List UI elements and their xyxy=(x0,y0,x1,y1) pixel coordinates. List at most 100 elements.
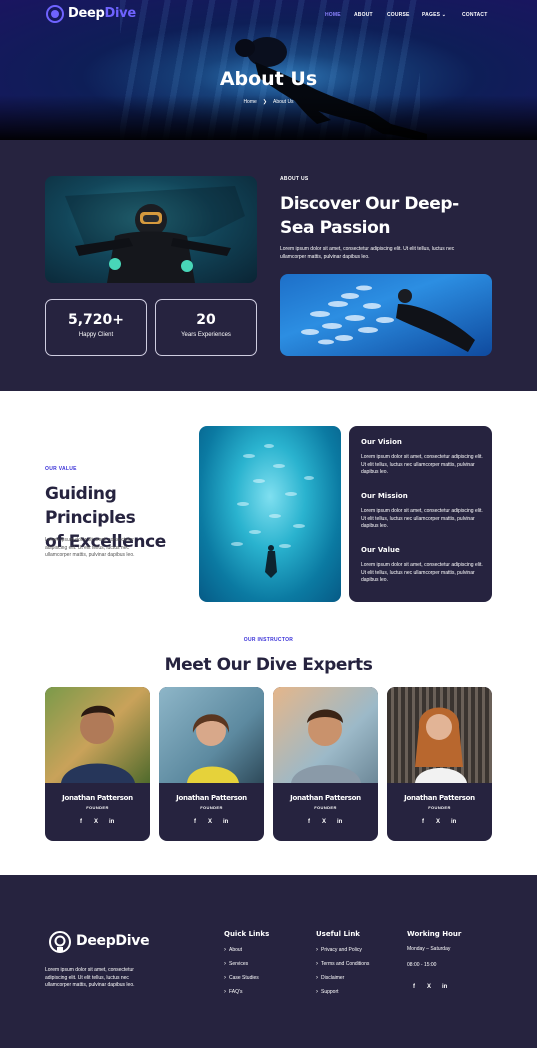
value-text-line3: dapibus leo. xyxy=(361,577,388,583)
breadcrumb-current: About Us xyxy=(272,99,294,105)
linkedin-icon[interactable]: in xyxy=(451,819,456,825)
value-text: Lorem ipsum dolor sit amet, consectetur … xyxy=(361,562,486,585)
about-heading-line2: Sea Passion xyxy=(280,218,391,238)
linkedin-icon[interactable]: in xyxy=(109,819,114,825)
about-kicker: ABOUT US xyxy=(280,176,309,182)
nav-course[interactable]: COURSE xyxy=(387,12,410,18)
values-kicker: OUR VALUE xyxy=(45,466,77,472)
stat-label: Happy Client xyxy=(78,332,114,338)
stat-card-clients: 5,720+ Happy Client xyxy=(45,299,147,356)
vision-title: Our Vision xyxy=(361,438,402,446)
values-text-line1: Lorem ipsum dolor sit amet, consectetur xyxy=(45,537,134,543)
footer-linkedin-icon[interactable]: in xyxy=(442,984,447,990)
fish-school-photo xyxy=(280,274,492,356)
team-kicker: OUR INSTRUCTOR xyxy=(243,637,294,643)
quick-links-title: Quick Links xyxy=(224,930,270,938)
footer-text: Lorem ipsum dolor sit amet, consectetur … xyxy=(45,967,185,990)
footer-facebook-icon[interactable]: f xyxy=(413,984,415,990)
x-icon[interactable]: X xyxy=(94,819,98,825)
stat-card-experience: 20 Years Experiences xyxy=(155,299,257,356)
facebook-icon[interactable]: f xyxy=(80,819,82,825)
facebook-icon[interactable]: f xyxy=(194,819,196,825)
footer-logo-text[interactable]: DeepDive xyxy=(76,933,150,949)
mission-title: Our Mission xyxy=(361,492,408,500)
logo-icon[interactable] xyxy=(46,5,64,23)
linkedin-icon[interactable]: in xyxy=(223,819,228,825)
footer-link-support[interactable]: Support xyxy=(316,989,339,995)
about-heading: Discover Our Deep- Sea Passion xyxy=(280,192,500,240)
working-hour-title: Working Hour xyxy=(407,930,462,938)
team-heading: Meet Our Dive Experts xyxy=(164,655,373,675)
values-text-line2: adipiscing elit. Ut elit tellus, luctus … xyxy=(45,544,129,551)
about-heading-line1: Discover Our Deep- xyxy=(280,194,459,214)
footer-text-line2: adipiscing elit. Ut elit tellus, luctus … xyxy=(45,974,129,981)
facebook-icon[interactable]: f xyxy=(308,819,310,825)
fish-vortex-photo xyxy=(199,426,341,602)
nav-pages[interactable]: PAGES ⌄ xyxy=(422,12,446,18)
about-text: Lorem ipsum dolor sit amet, consectetur … xyxy=(280,246,492,261)
chevron-down-icon: ⌄ xyxy=(441,12,447,18)
team-role: FOUNDER xyxy=(86,805,109,810)
team-photo xyxy=(45,687,150,783)
stat-label: Years Experiences xyxy=(181,332,231,338)
nav-pages-label: PAGES xyxy=(422,12,441,18)
about-text-line1: Lorem ipsum dolor sit amet, consectetur … xyxy=(280,246,455,252)
value-text-line1: Lorem ipsum dolor sit amet, consectetur … xyxy=(361,562,483,568)
breadcrumb-separator-icon: ❯ xyxy=(262,99,267,105)
mission-text-line1: Lorem ipsum dolor sit amet, consectetur … xyxy=(361,508,483,514)
team-role: FOUNDER xyxy=(314,805,337,810)
team-card[interactable]: Jonathan Patterson FOUNDER f X in xyxy=(273,687,378,841)
stat-number: 5,720+ xyxy=(67,312,124,328)
value-title: Our Value xyxy=(361,546,400,554)
team-card[interactable]: Jonathan Patterson FOUNDER f X in xyxy=(45,687,150,841)
logo-text-part1: Deep xyxy=(68,6,105,21)
footer-link-terms[interactable]: Terms and Conditions xyxy=(316,961,369,967)
breadcrumb-home[interactable]: Home xyxy=(243,99,256,105)
useful-link-title: Useful Link xyxy=(316,930,360,938)
page-title: About Us xyxy=(219,68,318,90)
mission-text-line3: dapibus leo. xyxy=(361,523,388,529)
x-icon[interactable]: X xyxy=(208,819,212,825)
team-name: Jonathan Patterson xyxy=(176,794,247,802)
linkedin-icon[interactable]: in xyxy=(337,819,342,825)
working-hours: 08:00 - 15:00 xyxy=(407,962,437,968)
footer-link-privacy[interactable]: Privacy and Policy xyxy=(316,947,362,953)
about-text-line2: ullamcorper mattis, pulvinar dapibus leo… xyxy=(280,253,370,260)
team-role: FOUNDER xyxy=(200,805,223,810)
footer-link-services[interactable]: Services xyxy=(224,961,248,967)
footer-link-faqs[interactable]: FAQ's xyxy=(224,989,242,995)
team-card[interactable]: Jonathan Patterson FOUNDER f X in xyxy=(159,687,264,841)
footer-logo-icon[interactable] xyxy=(48,930,72,954)
footer-text-line3: ullamcorper mattis, pulvinar dapibus leo… xyxy=(45,982,135,988)
footer-link-about[interactable]: About xyxy=(224,947,242,953)
diver-photo xyxy=(45,176,257,283)
nav-home[interactable]: HOME xyxy=(325,12,341,18)
values-text-line3: ullamcorper mattis, pulvinar dapibus leo… xyxy=(45,552,135,558)
logo-text-part2: Dive xyxy=(104,6,137,21)
nav-contact[interactable]: CONTACT xyxy=(462,12,487,18)
stat-number: 20 xyxy=(196,312,216,328)
breadcrumb: Home ❯ About Us xyxy=(0,99,537,105)
vision-text-line1: Lorem ipsum dolor sit amet, consectetur … xyxy=(361,454,483,460)
hero-banner: DeepDive HOME ABOUT COURSE PAGES ⌄ CONTA… xyxy=(0,0,537,140)
team-name: Jonathan Patterson xyxy=(404,794,475,802)
values-text: Lorem ipsum dolor sit amet, consectetur … xyxy=(45,537,185,560)
footer-link-case-studies[interactable]: Case Studies xyxy=(224,975,259,981)
x-icon[interactable]: X xyxy=(322,819,326,825)
mission-text: Lorem ipsum dolor sit amet, consectetur … xyxy=(361,508,486,531)
team-name: Jonathan Patterson xyxy=(290,794,361,802)
footer-link-disclaimer[interactable]: Disclaimer xyxy=(316,975,344,981)
team-photo xyxy=(387,687,492,783)
x-icon[interactable]: X xyxy=(436,819,440,825)
vision-text-line2: Ut elit tellus, luctus nec ullamcorper m… xyxy=(361,461,475,468)
footer-x-icon[interactable]: X xyxy=(427,984,431,990)
team-role: FOUNDER xyxy=(428,805,451,810)
facebook-icon[interactable]: f xyxy=(422,819,424,825)
team-photo xyxy=(159,687,264,783)
team-photo xyxy=(273,687,378,783)
nav-about[interactable]: ABOUT xyxy=(354,12,373,18)
logo-text[interactable]: DeepDive xyxy=(68,6,136,21)
team-name: Jonathan Patterson xyxy=(62,794,133,802)
team-card[interactable]: Jonathan Patterson FOUNDER f X in xyxy=(387,687,492,841)
vision-text: Lorem ipsum dolor sit amet, consectetur … xyxy=(361,454,486,477)
